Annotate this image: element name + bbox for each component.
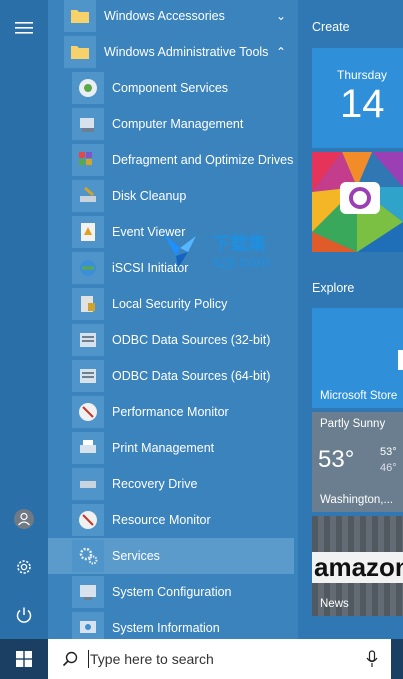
app-label: Performance Monitor — [112, 405, 229, 419]
chevron-down-icon: ⌄ — [276, 9, 287, 23]
microphone-icon[interactable] — [366, 650, 378, 668]
services-icon — [72, 540, 104, 572]
disk-cleanup-icon — [72, 180, 104, 212]
windows-logo-icon — [16, 651, 32, 667]
search-icon — [62, 651, 78, 667]
watermark: 下载集 xzji.com — [160, 230, 300, 280]
computer-management-icon — [72, 108, 104, 140]
app-label: ODBC Data Sources (32-bit) — [112, 333, 271, 347]
start-button[interactable] — [0, 639, 48, 679]
app-recovery-drive[interactable]: Recovery Drive — [48, 466, 294, 502]
event-viewer-icon — [72, 216, 104, 248]
camera-tile[interactable] — [312, 152, 403, 252]
folder-icon — [64, 0, 96, 32]
resource-monitor-icon — [72, 504, 104, 536]
app-print-management[interactable]: Print Management — [48, 430, 294, 466]
print-management-icon — [72, 432, 104, 464]
news-label: News — [320, 598, 349, 610]
app-label: Computer Management — [112, 117, 244, 131]
app-label: Recovery Drive — [112, 477, 198, 491]
odbc-icon — [72, 324, 104, 356]
defragment-icon — [72, 144, 104, 176]
app-odbc-32[interactable]: ODBC Data Sources (32-bit) — [48, 322, 294, 358]
odbc-icon — [72, 360, 104, 392]
text-cursor — [88, 650, 89, 668]
local-security-policy-icon — [72, 288, 104, 320]
search-box[interactable]: Type here to search — [48, 639, 391, 679]
weather-low: 46° — [380, 462, 397, 474]
folder-label: Windows Administrative Tools — [104, 45, 269, 59]
calendar-day: Thursday — [336, 68, 388, 82]
user-icon[interactable] — [0, 495, 48, 543]
app-odbc-64[interactable]: ODBC Data Sources (64-bit) — [48, 358, 294, 394]
news-brand-text: amazon — [312, 552, 403, 583]
hamburger-icon[interactable] — [0, 4, 48, 52]
weather-tile[interactable]: Partly Sunny 53° 53° 46° Washington,... — [312, 412, 403, 512]
watermark-url: xzji.com — [212, 254, 270, 271]
chevron-up-icon: ⌃ — [276, 45, 287, 59]
calendar-tile[interactable]: Thursday 14 — [312, 48, 403, 148]
folder-windows-administrative-tools[interactable]: Windows Administrative Tools ⌃ — [48, 34, 294, 70]
folder-icon — [64, 36, 96, 68]
weather-high: 53° — [380, 446, 397, 458]
app-label: Resource Monitor — [112, 513, 211, 527]
app-disk-cleanup[interactable]: Disk Cleanup — [48, 178, 294, 214]
microsoft-store-tile[interactable]: Microsoft Store — [312, 308, 403, 408]
performance-monitor-icon — [72, 396, 104, 428]
group-header-create: Create — [312, 20, 350, 34]
calendar-date: 14 — [340, 82, 385, 126]
group-header-explore: Explore — [312, 281, 355, 295]
store-bag-icon — [398, 350, 403, 370]
watermark-cn: 下载集 — [212, 234, 266, 255]
watermark-logo-icon — [164, 234, 196, 268]
taskbar: Type here to search — [0, 639, 403, 679]
app-label: Print Management — [112, 441, 215, 455]
app-label: Services — [112, 549, 160, 563]
weather-temp: 53° — [318, 446, 355, 473]
app-label: ODBC Data Sources (64-bit) — [112, 369, 271, 383]
app-services[interactable]: Services — [48, 538, 294, 574]
power-icon[interactable] — [0, 591, 48, 639]
app-system-configuration[interactable]: System Configuration — [48, 574, 294, 610]
app-label: Defragment and Optimize Drives — [112, 153, 294, 167]
news-tile[interactable]: amazon News — [312, 516, 403, 616]
app-local-security-policy[interactable]: Local Security Policy — [48, 286, 294, 322]
camera-icon — [340, 182, 380, 214]
folder-label: Windows Accessories — [104, 9, 225, 23]
component-services-icon — [72, 72, 104, 104]
tiles-panel: Create Thursday 14 Explore Microsoft Sto… — [298, 0, 403, 639]
app-list: Windows Accessories ⌄ Windows Administra… — [48, 0, 298, 644]
weather-city: Washington,... — [320, 494, 394, 506]
app-label: Disk Cleanup — [112, 189, 187, 203]
recovery-drive-icon — [72, 468, 104, 500]
app-label: Local Security Policy — [112, 297, 228, 311]
system-configuration-icon — [72, 576, 104, 608]
app-resource-monitor[interactable]: Resource Monitor — [48, 502, 294, 538]
start-rail — [0, 0, 48, 639]
app-component-services[interactable]: Component Services — [48, 70, 294, 106]
gear-icon[interactable] — [0, 543, 48, 591]
camera-tile-art — [312, 152, 403, 252]
app-performance-monitor[interactable]: Performance Monitor — [48, 394, 294, 430]
search-placeholder: Type here to search — [90, 651, 214, 667]
app-label: Component Services — [112, 81, 229, 95]
app-computer-management[interactable]: Computer Management — [48, 106, 294, 142]
app-defragment[interactable]: Defragment and Optimize Drives — [48, 142, 294, 178]
iscsi-initiator-icon — [72, 252, 104, 284]
folder-windows-accessories[interactable]: Windows Accessories ⌄ — [48, 0, 294, 34]
app-label: System Configuration — [112, 585, 232, 599]
store-label: Microsoft Store — [320, 390, 398, 402]
weather-condition: Partly Sunny — [320, 418, 386, 430]
